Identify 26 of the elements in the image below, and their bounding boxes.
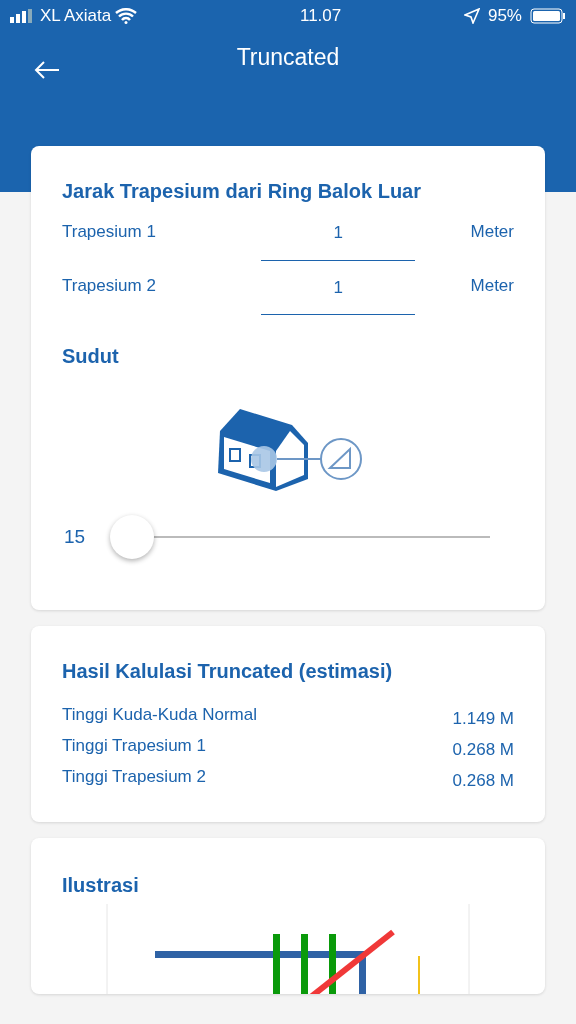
result-label: Tinggi Kuda-Kuda Normal xyxy=(62,704,257,726)
slider-value: 15 xyxy=(64,524,87,549)
result-value: 0.268 M xyxy=(452,770,514,792)
section-title: Ilustrasi xyxy=(62,873,140,898)
field-label: Trapesium 2 xyxy=(62,275,156,297)
unit-label: Meter xyxy=(470,275,514,297)
result-value: 1.149 M xyxy=(452,708,514,730)
section-title: Jarak Trapesium dari Ring Balok Luar xyxy=(62,179,422,204)
result-label: Tinggi Trapesium 2 xyxy=(62,766,206,788)
result-label: Tinggi Trapesium 1 xyxy=(62,735,206,757)
slider-thumb[interactable] xyxy=(110,515,154,559)
input-field[interactable]: 1 xyxy=(261,270,416,315)
clock-time: 11.07 xyxy=(299,5,342,28)
section-title: Sudut xyxy=(62,344,120,369)
location-arrow-icon xyxy=(463,8,480,24)
result-value: 0.268 M xyxy=(452,739,514,761)
page-title: Truncated xyxy=(236,43,340,70)
battery-percent: 95% xyxy=(487,5,522,28)
field-label: Trapesium 1 xyxy=(62,220,156,243)
wifi-icon xyxy=(115,8,138,24)
section-title: Hasil Kalulasi Truncated (estimasi) xyxy=(62,659,394,684)
battery-icon xyxy=(530,8,566,24)
input-field[interactable]: 1 xyxy=(261,216,416,261)
carrier-name: XL Axiata xyxy=(40,5,112,28)
unit-label: Meter xyxy=(470,220,514,243)
back-arrow-icon xyxy=(34,60,60,79)
